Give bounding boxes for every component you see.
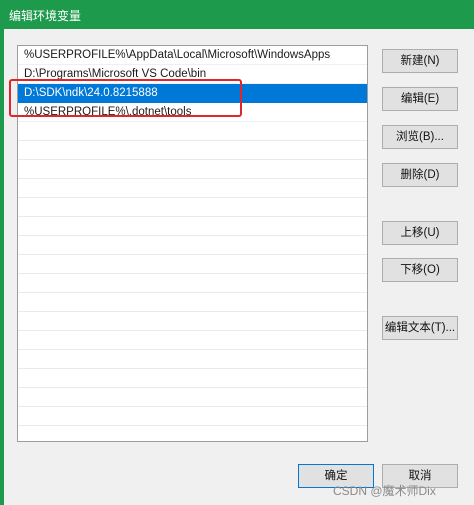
edit-env-variable-dialog: 编辑环境变量 %USERPROFILE%\AppData\Local\Micro…: [0, 0, 474, 505]
empty-row[interactable]: [18, 312, 367, 331]
empty-row[interactable]: [18, 217, 367, 236]
empty-row[interactable]: [18, 141, 367, 160]
list-item-label: %USERPROFILE%\.dotnet\tools: [24, 106, 192, 118]
empty-row[interactable]: [18, 293, 367, 312]
empty-row[interactable]: [18, 369, 367, 388]
empty-row[interactable]: [18, 274, 367, 293]
empty-row[interactable]: [18, 426, 367, 441]
empty-row[interactable]: [18, 179, 367, 198]
browse-button[interactable]: 浏览(B)...: [382, 125, 458, 149]
empty-row[interactable]: [18, 198, 367, 217]
window-title: 编辑环境变量: [9, 9, 82, 23]
list-item-selected[interactable]: D:\SDK\ndk\24.0.8215888: [18, 84, 367, 103]
csdn-watermark: CSDN @魔术师Dix: [333, 484, 436, 498]
empty-row[interactable]: [18, 331, 367, 350]
window-border: [0, 29, 4, 505]
path-list[interactable]: %USERPROFILE%\AppData\Local\Microsoft\Wi…: [17, 45, 368, 442]
new-button[interactable]: 新建(N): [382, 49, 458, 73]
empty-row[interactable]: [18, 350, 367, 369]
list-item[interactable]: %USERPROFILE%\.dotnet\tools: [18, 103, 367, 122]
list-item[interactable]: D:\Programs\Microsoft VS Code\bin: [18, 65, 367, 84]
empty-row[interactable]: [18, 255, 367, 274]
list-item-label: D:\Programs\Microsoft VS Code\bin: [24, 68, 207, 80]
list-item[interactable]: %USERPROFILE%\AppData\Local\Microsoft\Wi…: [18, 46, 367, 65]
list-item-label: D:\SDK\ndk\24.0.8215888: [24, 87, 158, 99]
list-item-label: %USERPROFILE%\AppData\Local\Microsoft\Wi…: [24, 49, 331, 61]
edit-text-button[interactable]: 编辑文本(T)...: [382, 316, 458, 340]
empty-row[interactable]: [18, 388, 367, 407]
move-up-button[interactable]: 上移(U): [382, 221, 458, 245]
empty-row[interactable]: [18, 122, 367, 141]
empty-row[interactable]: [18, 236, 367, 255]
move-down-button[interactable]: 下移(O): [382, 258, 458, 282]
empty-row[interactable]: [18, 407, 367, 426]
title-bar[interactable]: 编辑环境变量: [0, 0, 474, 29]
empty-row[interactable]: [18, 160, 367, 179]
edit-button[interactable]: 编辑(E): [382, 87, 458, 111]
delete-button[interactable]: 删除(D): [382, 163, 458, 187]
